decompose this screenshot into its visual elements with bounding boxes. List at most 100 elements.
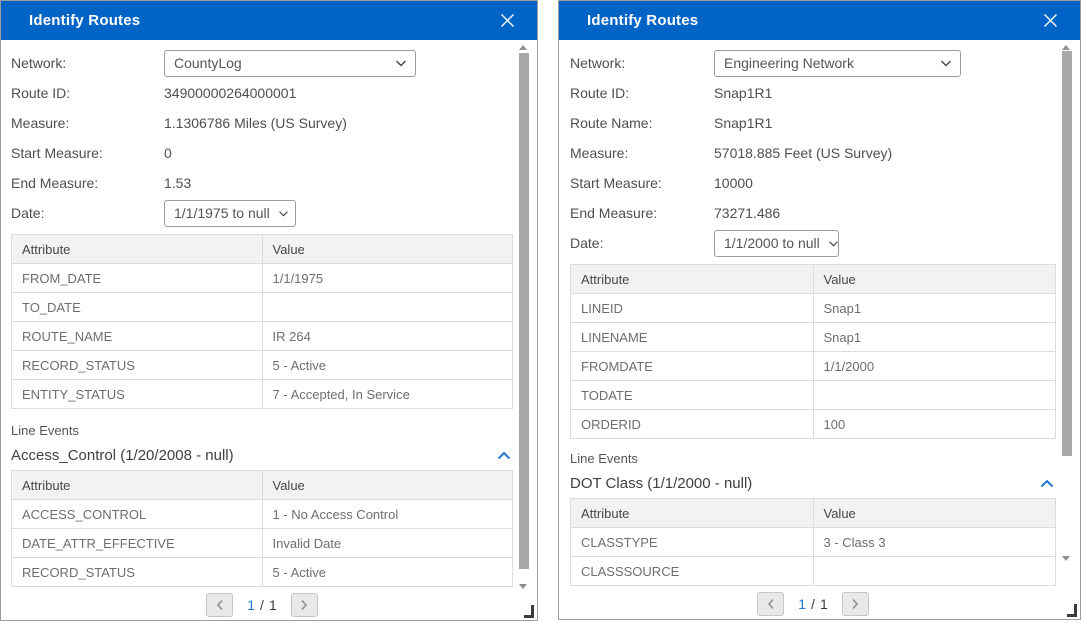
network-select[interactable]: Engineering Network: [714, 50, 961, 77]
page-separator: /: [811, 596, 815, 612]
start-measure-field-row: Start Measure: 10000: [570, 168, 1056, 198]
attribute-cell: FROMDATE: [571, 352, 814, 381]
value-cell: Invalid Date: [262, 529, 513, 558]
date-select[interactable]: 1/1/2000 to null: [714, 230, 839, 257]
end-measure-field-row: End Measure: 1.53: [11, 168, 513, 198]
value-cell: IR 264: [262, 322, 513, 351]
end-measure-label: End Measure:: [570, 205, 714, 221]
line-event-section-title: DOT Class (1/1/2000 - null): [570, 475, 752, 492]
start-measure-value: 0: [164, 145, 172, 161]
chevron-up-icon[interactable]: [1040, 479, 1056, 488]
line-event-section-header: Access_Control (1/20/2008 - null): [11, 444, 513, 466]
next-page-button[interactable]: [842, 592, 869, 616]
dialog-header[interactable]: Identify Routes: [1, 1, 537, 40]
route-id-label: Route ID:: [570, 85, 714, 101]
scrollbar-up-arrow-icon[interactable]: [519, 45, 527, 50]
network-select[interactable]: CountyLog: [164, 50, 416, 77]
date-select-value: 1/1/2000 to null: [724, 235, 820, 251]
prev-page-button[interactable]: [206, 593, 233, 617]
attribute-column-header: Attribute: [12, 471, 263, 500]
dialog-title: Identify Routes: [587, 12, 698, 29]
table-row: FROM_DATE1/1/1975: [12, 264, 513, 293]
route-id-value: Snap1R1: [714, 85, 772, 101]
date-label: Date:: [11, 205, 164, 221]
value-cell: [813, 557, 1056, 586]
scrollbar-thumb[interactable]: [519, 53, 529, 569]
scrollbar-up-arrow-icon[interactable]: [1062, 45, 1070, 50]
close-icon[interactable]: [497, 11, 517, 31]
table-row: RECORD_STATUS5 - Active: [12, 351, 513, 380]
table-header-row: Attribute Value: [571, 499, 1056, 528]
attribute-cell: RECORD_STATUS: [12, 351, 263, 380]
attribute-cell: CLASSTYPE: [571, 528, 814, 557]
network-field-row: Network: CountyLog: [11, 48, 513, 78]
dialog-body: Network: Engineering Network Route ID: S…: [559, 40, 1080, 616]
value-cell: Snap1: [813, 323, 1056, 352]
end-measure-value: 73271.486: [714, 205, 780, 221]
attribute-cell: LINENAME: [571, 323, 814, 352]
attribute-cell: ROUTE_NAME: [12, 322, 263, 351]
attribute-column-header: Attribute: [571, 265, 814, 294]
scrollbar-down-arrow-icon[interactable]: [519, 584, 527, 589]
value-column-header: Value: [262, 235, 513, 264]
line-events-label: Line Events: [11, 423, 513, 438]
attribute-cell: LINEID: [571, 294, 814, 323]
value-column-header: Value: [262, 471, 513, 500]
identify-routes-dialog-1: Identify Routes Network: CountyLog Route…: [0, 0, 538, 621]
network-label: Network:: [11, 55, 164, 71]
line-events-table: Attribute Value ACCESS_CONTROL1 - No Acc…: [11, 470, 513, 587]
total-pages: 1: [820, 596, 828, 612]
line-events-label: Line Events: [570, 451, 1056, 466]
date-field-row: Date: 1/1/2000 to null: [570, 228, 1056, 258]
scrollbar-thumb[interactable]: [1062, 51, 1072, 456]
value-cell: 5 - Active: [262, 558, 513, 587]
table-row: LINEIDSnap1: [571, 294, 1056, 323]
attribute-cell: ORDERID: [571, 410, 814, 439]
table-row: ACCESS_CONTROL1 - No Access Control: [12, 500, 513, 529]
date-select-value: 1/1/1975 to null: [174, 205, 270, 221]
table-row: RECORD_STATUS5 - Active: [12, 558, 513, 587]
route-name-label: Route Name:: [570, 115, 714, 131]
page-indicator: 1 / 1: [247, 597, 276, 613]
line-event-section-header: DOT Class (1/1/2000 - null): [570, 472, 1056, 494]
table-row: TODATE: [571, 381, 1056, 410]
close-icon[interactable]: [1040, 11, 1060, 31]
date-select[interactable]: 1/1/1975 to null: [164, 200, 296, 227]
measure-value: 1.1306786 Miles (US Survey): [164, 115, 347, 131]
route-name-field-row: Route Name: Snap1R1: [570, 108, 1056, 138]
dialog-body: Network: CountyLog Route ID: 34900000264…: [1, 40, 537, 617]
chevron-down-icon: [940, 59, 952, 67]
end-measure-label: End Measure:: [11, 175, 164, 191]
chevron-down-icon: [278, 210, 289, 217]
value-cell: 5 - Active: [262, 351, 513, 380]
table-row: FROMDATE1/1/2000: [571, 352, 1056, 381]
end-measure-field-row: End Measure: 73271.486: [570, 198, 1056, 228]
value-cell: [813, 381, 1056, 410]
resize-handle[interactable]: [1067, 604, 1077, 617]
table-header-row: Attribute Value: [571, 265, 1056, 294]
current-page: 1: [798, 596, 806, 612]
identify-routes-dialog-2: Identify Routes Network: Engineering Net…: [558, 0, 1081, 620]
attribute-cell: FROM_DATE: [12, 264, 263, 293]
pagination: 1 / 1: [570, 591, 1056, 616]
table-row: LINENAMESnap1: [571, 323, 1056, 352]
prev-page-button[interactable]: [757, 592, 784, 616]
table-header-row: Attribute Value: [12, 471, 513, 500]
date-label: Date:: [570, 235, 714, 251]
network-select-value: Engineering Network: [724, 55, 854, 71]
start-measure-value: 10000: [714, 175, 753, 191]
scrollbar-down-arrow-icon[interactable]: [1062, 556, 1070, 561]
end-measure-value: 1.53: [164, 175, 191, 191]
total-pages: 1: [269, 597, 277, 613]
attribute-column-header: Attribute: [12, 235, 263, 264]
next-page-button[interactable]: [291, 593, 318, 617]
date-field-row: Date: 1/1/1975 to null: [11, 198, 513, 228]
table-row: CLASSSOURCE: [571, 557, 1056, 586]
dialog-header[interactable]: Identify Routes: [559, 1, 1080, 40]
line-event-section-title: Access_Control (1/20/2008 - null): [11, 447, 234, 464]
attribute-cell: TODATE: [571, 381, 814, 410]
resize-handle[interactable]: [524, 605, 534, 618]
measure-value: 57018.885 Feet (US Survey): [714, 145, 892, 161]
chevron-up-icon[interactable]: [497, 451, 513, 460]
attribute-cell: RECORD_STATUS: [12, 558, 263, 587]
